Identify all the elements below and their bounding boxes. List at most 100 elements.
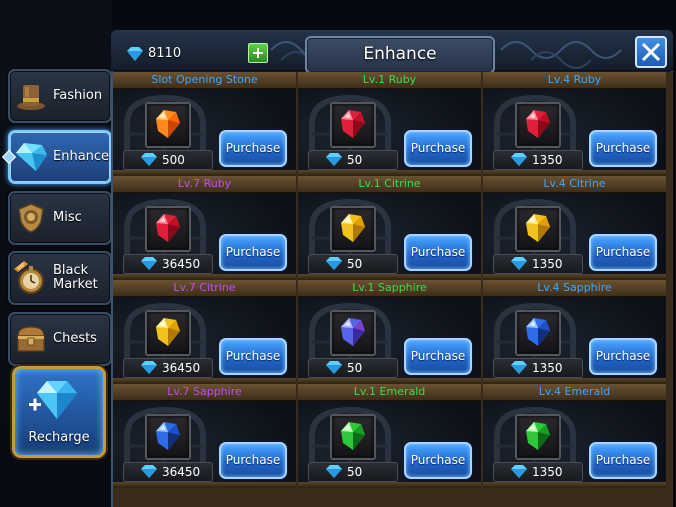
gem-icon xyxy=(526,318,550,346)
item-icon-slot[interactable] xyxy=(145,310,191,356)
title-plate: Enhance xyxy=(305,36,495,74)
gem-currency-icon xyxy=(141,465,157,478)
item-name: Lv.7 Citrine xyxy=(173,281,236,294)
add-gems-button[interactable]: + xyxy=(248,43,268,63)
item-icon-slot[interactable] xyxy=(145,102,191,148)
gem-icon xyxy=(156,422,180,450)
shop-item-card: Slot Opening Stone 500 Purchase xyxy=(113,72,296,176)
purchase-button[interactable]: Purchase xyxy=(219,130,287,167)
item-name: Lv.1 Emerald xyxy=(353,385,426,398)
item-price: 50 xyxy=(347,361,363,375)
price-tag: 1350 xyxy=(493,358,583,378)
shop-item-card: Lv.4 Emerald 1350 Purchase xyxy=(483,384,666,488)
gem-icon xyxy=(341,422,365,450)
gem-icon xyxy=(341,318,365,346)
purchase-button[interactable]: Purchase xyxy=(589,234,657,271)
shelf-board xyxy=(483,482,666,488)
recharge-gem-icon xyxy=(29,381,77,419)
item-icon-slot[interactable] xyxy=(330,310,376,356)
purchase-button[interactable]: Purchase xyxy=(404,442,472,479)
gem-currency-icon xyxy=(326,361,342,374)
sidebar-item-misc[interactable]: Misc xyxy=(8,191,112,245)
purchase-button[interactable]: Purchase xyxy=(219,442,287,479)
item-price: 1350 xyxy=(532,465,563,479)
item-icon-slot[interactable] xyxy=(330,414,376,460)
price-tag: 36450 xyxy=(123,462,213,482)
gem-icon xyxy=(156,110,180,138)
item-icon-slot[interactable] xyxy=(330,206,376,252)
item-price: 1350 xyxy=(532,361,563,375)
item-price: 36450 xyxy=(162,257,201,271)
close-button[interactable] xyxy=(635,36,667,68)
gem-currency-icon xyxy=(511,361,527,374)
item-name: Lv.4 Sapphire xyxy=(537,281,612,294)
category-sidebar: Fashion Enhance Misc VIP Black Market Ch… xyxy=(0,0,112,507)
recharge-button[interactable]: Recharge xyxy=(12,366,106,458)
price-tag: 500 xyxy=(123,150,213,170)
top-hat-icon xyxy=(14,79,48,113)
item-price: 1350 xyxy=(532,153,563,167)
purchase-button[interactable]: Purchase xyxy=(589,338,657,375)
item-price: 36450 xyxy=(162,361,201,375)
purchase-button[interactable]: Purchase xyxy=(219,338,287,375)
shop-item-card: Lv.4 Citrine 1350 Purchase xyxy=(483,176,666,280)
item-name: Lv.1 Ruby xyxy=(362,73,417,86)
sidebar-item-enhance[interactable]: Enhance xyxy=(1,130,112,184)
shop-grid: Slot Opening Stone 500 Purchase Lv.1 Rub… xyxy=(113,72,673,507)
price-tag: 50 xyxy=(308,150,398,170)
item-name: Lv.7 Ruby xyxy=(177,177,232,190)
gem-icon xyxy=(526,422,550,450)
item-price: 1350 xyxy=(532,257,563,271)
shop-item-card: Lv.1 Sapphire 50 Purchase xyxy=(298,280,481,384)
item-icon-slot[interactable] xyxy=(145,414,191,460)
page-title: Enhance xyxy=(363,44,437,64)
shop-item-card: Lv.7 Ruby 36450 Purchase xyxy=(113,176,296,280)
shop-item-card: Lv.4 Sapphire 1350 Purchase xyxy=(483,280,666,384)
sidebar-item-chests[interactable]: Chests xyxy=(8,312,112,366)
shop-item-card: Lv.4 Ruby 1350 Purchase xyxy=(483,72,666,176)
item-name: Lv.1 Citrine xyxy=(358,177,421,190)
item-name: Lv.1 Sapphire xyxy=(352,281,427,294)
purchase-button[interactable]: Purchase xyxy=(589,442,657,479)
gem-currency-icon xyxy=(511,257,527,270)
sidebar-item-fashion[interactable]: Fashion xyxy=(8,69,112,123)
item-icon-slot[interactable] xyxy=(515,414,561,460)
purchase-button[interactable]: Purchase xyxy=(589,130,657,167)
gem-icon xyxy=(341,110,365,138)
price-tag: 1350 xyxy=(493,254,583,274)
item-price: 50 xyxy=(347,153,363,167)
purchase-button[interactable]: Purchase xyxy=(404,234,472,271)
sidebar-item-label: Black Market xyxy=(53,263,98,292)
gem-currency-icon xyxy=(326,257,342,270)
gem-currency-icon xyxy=(141,361,157,374)
price-tag: 50 xyxy=(308,462,398,482)
gem-currency-icon xyxy=(326,465,342,478)
purchase-button[interactable]: Purchase xyxy=(404,130,472,167)
item-name: Lv.4 Emerald xyxy=(538,385,611,398)
sidebar-item-label: Fashion xyxy=(53,88,103,103)
shield-coin-icon xyxy=(14,201,48,235)
sidebar-item-black-market[interactable]: VIP Black Market xyxy=(8,251,112,305)
item-name: Lv.7 Sapphire xyxy=(167,385,242,398)
item-price: 500 xyxy=(162,153,185,167)
item-icon-slot[interactable] xyxy=(330,102,376,148)
shop-item-card: Lv.7 Citrine 36450 Purchase xyxy=(113,280,296,384)
item-icon-slot[interactable] xyxy=(515,310,561,356)
item-name: Slot Opening Stone xyxy=(151,73,258,86)
gem-currency-icon xyxy=(127,47,143,61)
recharge-label: Recharge xyxy=(28,430,90,445)
gem-currency-icon xyxy=(511,153,527,166)
gem-currency-icon xyxy=(326,153,342,166)
shop-item-card: Lv.1 Citrine 50 Purchase xyxy=(298,176,481,280)
gem-balance: 8110 xyxy=(148,46,182,61)
shop-item-card: Lv.1 Emerald 50 Purchase xyxy=(298,384,481,488)
purchase-button[interactable]: Purchase xyxy=(219,234,287,271)
item-price: 50 xyxy=(347,465,363,479)
shelf-board xyxy=(298,482,481,488)
item-icon-slot[interactable] xyxy=(145,206,191,252)
item-icon-slot[interactable] xyxy=(515,102,561,148)
purchase-button[interactable]: Purchase xyxy=(404,338,472,375)
item-price: 36450 xyxy=(162,465,201,479)
item-icon-slot[interactable] xyxy=(515,206,561,252)
shop-item-card: Lv.1 Ruby 50 Purchase xyxy=(298,72,481,176)
